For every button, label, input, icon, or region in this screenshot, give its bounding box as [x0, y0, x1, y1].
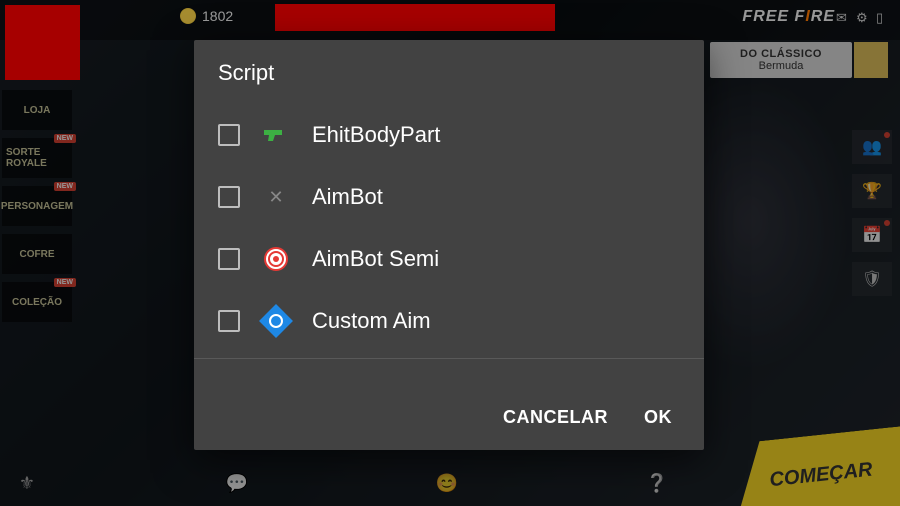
script-dialog: Script EhitBodyPart ✕ AimBot — [194, 40, 704, 450]
crosshair-icon: ✕ — [262, 187, 290, 208]
dialog-body: EhitBodyPart ✕ AimBot AimBot Semi — [194, 104, 704, 385]
script-label: AimBot — [312, 184, 383, 210]
checkbox[interactable] — [218, 310, 240, 332]
script-item-custom-aim[interactable]: Custom Aim — [218, 290, 680, 352]
target-icon — [262, 247, 290, 271]
custom-aim-icon — [262, 309, 290, 333]
script-label: Custom Aim — [312, 308, 431, 334]
script-label: AimBot Semi — [312, 246, 439, 272]
gun-icon — [262, 126, 290, 144]
cancel-button[interactable]: CANCELAR — [499, 399, 612, 436]
script-item-ehitbodypart[interactable]: EhitBodyPart — [218, 104, 680, 166]
checkbox[interactable] — [218, 186, 240, 208]
dialog-title: Script — [194, 40, 704, 104]
script-item-aimbot-semi[interactable]: AimBot Semi — [218, 228, 680, 290]
checkbox[interactable] — [218, 124, 240, 146]
script-label: EhitBodyPart — [312, 122, 440, 148]
dialog-actions: CANCELAR OK — [194, 385, 704, 450]
checkbox[interactable] — [218, 248, 240, 270]
script-item-aimbot[interactable]: ✕ AimBot — [218, 166, 680, 228]
ok-button[interactable]: OK — [640, 399, 676, 436]
divider — [194, 358, 704, 359]
